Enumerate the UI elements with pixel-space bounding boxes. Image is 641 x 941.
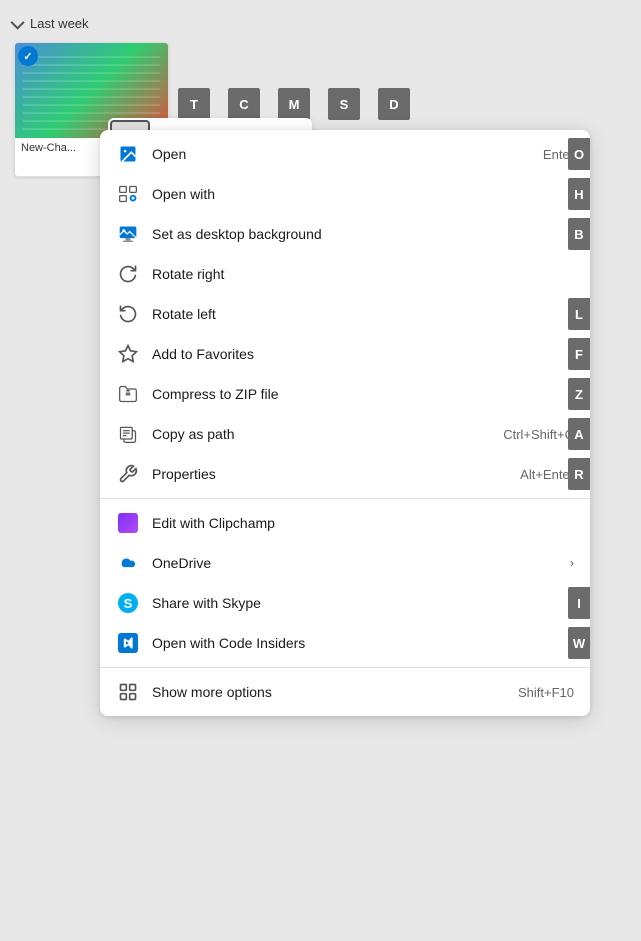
- divider-1: [100, 498, 590, 499]
- menu-item-rotate-right[interactable]: Rotate right: [100, 254, 590, 294]
- rotate-left-letter: L: [568, 298, 590, 330]
- desktop-bg-icon: [116, 222, 140, 246]
- open-shortcut: Enter: [523, 147, 574, 162]
- toolbar-letters: T C M S D: [178, 88, 420, 120]
- compress-zip-letter: Z: [568, 378, 590, 410]
- toolbar-letter-t: T: [178, 88, 210, 120]
- menu-item-skype[interactable]: S Share with Skype I: [100, 583, 590, 623]
- favorites-letter: F: [568, 338, 590, 370]
- open-with-icon: [116, 182, 140, 206]
- zip-icon: [116, 382, 140, 406]
- toolbar-letter-s: S: [328, 88, 360, 120]
- menu-item-show-more[interactable]: Show more options Shift+F10: [100, 672, 590, 712]
- file-selected-check: [18, 46, 38, 66]
- toolbar-letter-m: M: [278, 88, 310, 120]
- star-icon: [116, 342, 140, 366]
- menu-item-desktop-bg[interactable]: Set as desktop background B: [100, 214, 590, 254]
- toolbar-letter-d: D: [378, 88, 410, 120]
- copy-path-letter: A: [568, 418, 590, 450]
- section-header: Last week: [14, 16, 89, 31]
- menu-item-open[interactable]: Open Enter O: [100, 134, 590, 174]
- rotate-right-icon: [116, 262, 140, 286]
- menu-item-onedrive[interactable]: OneDrive ›: [100, 543, 590, 583]
- skype-icon: S: [116, 591, 140, 615]
- menu-item-properties[interactable]: Properties Alt+Enter R: [100, 454, 590, 494]
- desktop-bg-letter: B: [568, 218, 590, 250]
- clipchamp-icon: [116, 511, 140, 535]
- menu-item-vscode[interactable]: Open with Code Insiders W: [100, 623, 590, 663]
- context-menu: Open Enter O Open with › H: [100, 130, 590, 716]
- open-with-letter: H: [568, 178, 590, 210]
- vscode-label: Open with Code Insiders: [152, 635, 574, 651]
- open-letter: O: [568, 138, 590, 170]
- divider-2: [100, 667, 590, 668]
- compress-zip-label: Compress to ZIP file: [152, 386, 574, 402]
- copy-path-shortcut: Ctrl+Shift+C: [483, 427, 574, 442]
- onedrive-arrow: ›: [570, 556, 574, 570]
- favorites-label: Add to Favorites: [152, 346, 574, 362]
- vscode-icon: [116, 631, 140, 655]
- properties-shortcut: Alt+Enter: [500, 467, 574, 482]
- skype-letter: I: [568, 587, 590, 619]
- wrench-icon: [116, 462, 140, 486]
- rotate-left-icon: [116, 302, 140, 326]
- menu-item-rotate-left[interactable]: Rotate left L: [100, 294, 590, 334]
- properties-label: Properties: [152, 466, 500, 482]
- onedrive-icon: [116, 551, 140, 575]
- onedrive-label: OneDrive: [152, 555, 562, 571]
- rotate-left-label: Rotate left: [152, 306, 574, 322]
- properties-letter: R: [568, 458, 590, 490]
- copy-path-label: Copy as path: [152, 426, 483, 442]
- rotate-right-label: Rotate right: [152, 266, 574, 282]
- copy-path-icon: [116, 422, 140, 446]
- show-more-icon: [116, 680, 140, 704]
- menu-item-clipchamp[interactable]: Edit with Clipchamp: [100, 503, 590, 543]
- menu-item-open-with[interactable]: Open with › H: [100, 174, 590, 214]
- section-label: Last week: [30, 16, 89, 31]
- open-label: Open: [152, 146, 523, 162]
- show-more-shortcut: Shift+F10: [498, 685, 574, 700]
- skype-label: Share with Skype: [152, 595, 574, 611]
- menu-item-copy-path[interactable]: Copy as path Ctrl+Shift+C A: [100, 414, 590, 454]
- desktop-bg-label: Set as desktop background: [152, 226, 574, 242]
- menu-item-compress-zip[interactable]: Compress to ZIP file Z: [100, 374, 590, 414]
- clipchamp-label: Edit with Clipchamp: [152, 515, 574, 531]
- vscode-letter: W: [568, 627, 590, 659]
- menu-item-favorites[interactable]: Add to Favorites F: [100, 334, 590, 374]
- open-with-label: Open with: [152, 186, 562, 202]
- toolbar-letter-c: C: [228, 88, 260, 120]
- show-more-label: Show more options: [152, 684, 498, 700]
- photo-icon: [116, 142, 140, 166]
